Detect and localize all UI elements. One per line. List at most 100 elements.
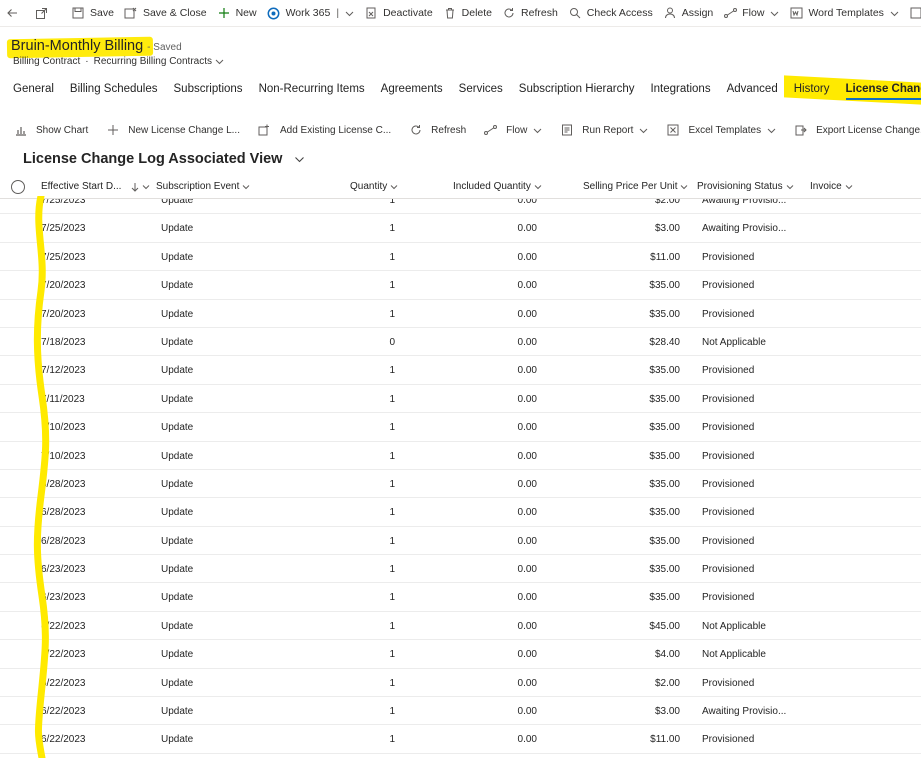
column-quantity[interactable]: Quantity: [350, 181, 398, 192]
cell-effective-start-date[interactable]: 6/28/2023: [41, 536, 86, 547]
cell-quantity: 1: [389, 478, 395, 490]
tab-advanced[interactable]: Advanced: [727, 80, 778, 100]
show-chart-button[interactable]: Show Chart: [14, 124, 88, 137]
word-templates-button[interactable]: Word Templates: [784, 0, 903, 26]
table-row[interactable]: 6/28/2023 Update 1 0.00 $35.00 Provisioned: [0, 470, 921, 499]
table-row[interactable]: 7/10/2023 Update 1 0.00 $35.00 Provisioned: [0, 442, 921, 470]
cell-effective-start-date[interactable]: 6/22/2023: [41, 734, 86, 745]
cell-effective-start-date[interactable]: 6/28/2023: [41, 479, 86, 490]
save-button[interactable]: Save: [66, 0, 119, 26]
column-included-quantity[interactable]: Included Quantity: [453, 181, 542, 192]
export-license-change-button[interactable]: Export License Change... |: [794, 124, 921, 137]
overflow-command-button[interactable]: R: [904, 0, 921, 26]
tab-agreements[interactable]: Agreements: [381, 80, 443, 100]
view-selector[interactable]: License Change Log Associated View: [23, 151, 305, 167]
tab-subscriptions[interactable]: Subscriptions: [174, 80, 243, 100]
table-row[interactable]: 7/18/2023 Update 0 0.00 $28.40 Not Applicable: [0, 328, 921, 357]
column-effective-start-date[interactable]: Effective Start D...: [41, 181, 150, 192]
cell-provisioning-status: Provisioned: [702, 564, 755, 576]
new-button[interactable]: New: [212, 0, 262, 26]
run-report-button[interactable]: Run Report: [560, 124, 648, 137]
chevron-down-icon[interactable]: [215, 57, 224, 66]
cell-included-quantity: 0.00: [517, 450, 537, 462]
chart-icon: [14, 124, 27, 137]
cell-effective-start-date[interactable]: 7/20/2023: [41, 309, 86, 320]
table-row[interactable]: 6/22/2023 Update 1 0.00 $4.00 Not Applicable: [0, 640, 921, 669]
form-selector[interactable]: Recurring Billing Contracts: [94, 56, 212, 67]
entity-name: Billing Contract: [13, 56, 81, 67]
export-excel-icon: [794, 124, 807, 137]
table-row[interactable]: 6/22/2023 Update 1 0.00 $2.00 Provisioned: [0, 669, 921, 698]
add-existing-license-change-log-button[interactable]: Add Existing License C...: [258, 124, 391, 137]
back-button[interactable]: [0, 0, 29, 26]
column-label: Quantity: [350, 181, 388, 192]
cell-selling-price: $11.00: [650, 251, 680, 263]
cell-effective-start-date[interactable]: 7/12/2023: [41, 365, 86, 376]
cell-effective-start-date[interactable]: 7/25/2023: [41, 223, 86, 234]
cell-effective-start-date[interactable]: 6/22/2023: [41, 649, 86, 660]
tab-non-recurring-items[interactable]: Non-Recurring Items: [259, 80, 365, 100]
table-row[interactable]: 6/23/2023 Update 1 0.00 $35.00 Provisioned: [0, 583, 921, 612]
table-row[interactable]: 7/10/2023 Update 1 0.00 $35.00 Provisioned: [0, 413, 921, 442]
cell-effective-start-date[interactable]: 7/25/2023: [41, 199, 86, 206]
save-close-icon: [124, 6, 138, 20]
cell-effective-start-date[interactable]: 7/10/2023: [41, 422, 86, 433]
tab-subscription-hierarchy[interactable]: Subscription Hierarchy: [519, 80, 635, 100]
subgrid-refresh-button[interactable]: Refresh: [409, 124, 466, 137]
cell-effective-start-date[interactable]: 6/23/2023: [41, 564, 86, 575]
column-provisioning-status[interactable]: Provisioning Status: [697, 181, 794, 192]
check-access-button[interactable]: Check Access: [563, 0, 658, 26]
breadcrumb: Billing Contract · Recurring Billing Con…: [13, 56, 224, 67]
cell-effective-start-date[interactable]: 6/22/2023: [41, 706, 86, 717]
report-icon: [909, 6, 921, 20]
tab-integrations[interactable]: Integrations: [650, 80, 710, 100]
column-subscription-event[interactable]: Subscription Event: [156, 181, 250, 192]
cell-effective-start-date[interactable]: 7/11/2023: [41, 394, 85, 405]
new-license-change-log-button[interactable]: New License Change L...: [106, 124, 240, 137]
table-row[interactable]: 6/22/2023 Update 1 0.00 $45.00 Not Applicable: [0, 612, 921, 641]
table-row[interactable]: 7/25/2023 Update 1 0.00 $11.00 Provisioned: [0, 243, 921, 272]
tab-general[interactable]: General: [13, 80, 54, 100]
table-row[interactable]: 6/22/2023 Update 1 0.00 $3.00 Awaiting Provis…: [0, 697, 921, 726]
table-row[interactable]: 6/22/2023 Update 1 0.00 $11.00 Provisioned: [0, 725, 921, 754]
table-row[interactable]: 7/20/2023 Update 1 0.00 $35.00 Provisioned: [0, 300, 921, 328]
column-invoice[interactable]: Invoice: [810, 181, 853, 192]
save-close-button[interactable]: Save & Close: [119, 0, 212, 26]
cell-effective-start-date[interactable]: 7/10/2023: [41, 451, 86, 462]
table-row[interactable]: 7/20/2023 Update 1 0.00 $35.00 Provisioned: [0, 271, 921, 300]
cell-effective-start-date[interactable]: 7/25/2023: [41, 252, 86, 263]
subgrid-command-bar: Show Chart New License Change L... Add E…: [14, 120, 921, 140]
form-tabs: General Billing Schedules Subscriptions …: [13, 80, 921, 102]
cell-effective-start-date[interactable]: 7/20/2023: [41, 280, 86, 291]
grid-body[interactable]: 7/25/2023 Update 1 0.00 $2.00 Awaiting Provis…: [0, 199, 921, 758]
open-new-window-button[interactable]: [29, 0, 58, 26]
flow-button[interactable]: Flow: [718, 0, 784, 26]
tab-billing-schedules[interactable]: Billing Schedules: [70, 80, 158, 100]
cell-selling-price: $4.00: [654, 649, 680, 661]
table-row[interactable]: 7/25/2023 Update 1 0.00 $3.00 Awaiting Provis…: [0, 214, 921, 243]
tab-history[interactable]: History: [794, 80, 830, 100]
subgrid-flow-button[interactable]: Flow: [484, 124, 542, 137]
cell-effective-start-date[interactable]: 6/22/2023: [41, 621, 86, 632]
deactivate-button[interactable]: Deactivate: [359, 0, 438, 26]
cell-quantity: 1: [389, 251, 395, 263]
cell-effective-start-date[interactable]: 6/28/2023: [41, 507, 86, 518]
tab-license-change-logs[interactable]: License Change Logs: [845, 80, 921, 100]
table-row[interactable]: 7/12/2023 Update 1 0.00 $35.00 Provisioned: [0, 356, 921, 385]
tab-services[interactable]: Services: [459, 80, 503, 100]
table-row[interactable]: 6/28/2023 Update 1 0.00 $35.00 Provisioned: [0, 527, 921, 556]
column-selling-price-per-unit[interactable]: Selling Price Per Unit: [583, 181, 688, 192]
cell-effective-start-date[interactable]: 6/23/2023: [41, 592, 86, 603]
delete-button[interactable]: Delete: [438, 0, 497, 26]
table-row[interactable]: 6/23/2023 Update 1 0.00 $35.00 Provisioned: [0, 555, 921, 584]
cell-effective-start-date[interactable]: 6/22/2023: [41, 678, 86, 689]
refresh-button[interactable]: Refresh: [497, 0, 563, 26]
table-row[interactable]: 7/25/2023 Update 1 0.00 $2.00 Awaiting Provis…: [0, 199, 921, 215]
table-row[interactable]: 6/28/2023 Update 1 0.00 $35.00 Provisioned: [0, 498, 921, 527]
assign-button[interactable]: Assign: [658, 0, 719, 26]
chevron-down-icon: [142, 183, 150, 191]
cell-effective-start-date[interactable]: 7/18/2023: [41, 337, 86, 348]
table-row[interactable]: 7/11/2023 Update 1 0.00 $35.00 Provisioned: [0, 385, 921, 414]
work365-button[interactable]: Work 365 |: [262, 0, 359, 26]
excel-templates-button[interactable]: Excel Templates: [666, 124, 776, 137]
